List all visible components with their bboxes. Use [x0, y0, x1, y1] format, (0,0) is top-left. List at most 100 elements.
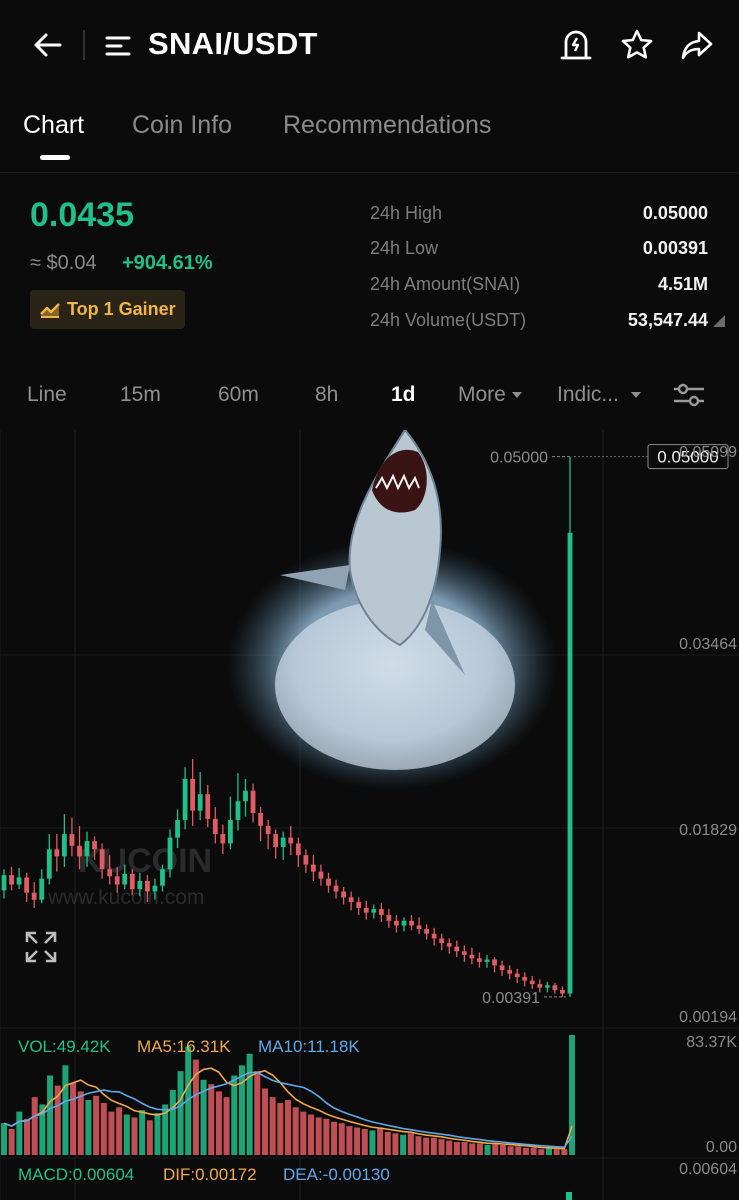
- volume-bar: [169, 1089, 176, 1155]
- timeframe-line[interactable]: Line: [27, 383, 67, 407]
- star-icon[interactable]: [617, 25, 657, 65]
- volume-bar: [384, 1131, 391, 1155]
- volume-bar: [315, 1117, 322, 1155]
- candle-body: [348, 897, 354, 903]
- stat-label: 24h High: [370, 203, 443, 223]
- candle-body: [303, 855, 309, 865]
- volume-bar: [507, 1146, 514, 1155]
- volume-bar: [261, 1088, 268, 1155]
- timeframe-60m[interactable]: 60m: [218, 383, 259, 407]
- back-arrow-icon[interactable]: [28, 25, 68, 65]
- volume-bar: [116, 1107, 123, 1155]
- volume-bar: [177, 1071, 184, 1155]
- candle-body: [567, 532, 573, 994]
- price-alert-icon[interactable]: [556, 25, 596, 65]
- trending-up-icon: [39, 301, 61, 319]
- menu-lines-icon[interactable]: [98, 26, 138, 66]
- candle-body: [409, 920, 414, 926]
- volume-bar: [223, 1097, 230, 1155]
- candle-body: [167, 837, 173, 870]
- candle-body: [522, 977, 528, 981]
- low-marker-label: 0.00391: [482, 990, 540, 1007]
- candle-body: [24, 877, 30, 893]
- candle-body: [288, 837, 294, 844]
- y-axis: 0.05099 0.03464 0.01829 0.00194 83.37K 0.00 0.…: [679, 444, 737, 1178]
- share-icon[interactable]: [677, 25, 717, 65]
- settings-sliders-icon[interactable]: [672, 380, 706, 415]
- volume-bar: [561, 1149, 568, 1155]
- volume-bar: [461, 1141, 468, 1155]
- timeframe-more[interactable]: More: [458, 383, 522, 407]
- y-tick-label: 0.01829: [679, 822, 737, 839]
- volume-bar: [285, 1100, 291, 1155]
- y-tick-label: 0.00194: [679, 1009, 737, 1026]
- volume-bar: [85, 1100, 92, 1155]
- price-change: +904.61%: [122, 252, 213, 274]
- candle-body: [371, 909, 377, 913]
- volume-zero-label: 0.00: [706, 1139, 737, 1156]
- tab-chart[interactable]: Chart: [23, 111, 84, 140]
- tab-coin-info[interactable]: Coin Info: [132, 111, 232, 140]
- top-gainer-badge[interactable]: Top 1 Gainer: [30, 290, 185, 329]
- volume-bar: [16, 1111, 23, 1155]
- candle-body: [529, 980, 535, 985]
- fullscreen-icon[interactable]: [24, 930, 58, 969]
- candle-body: [537, 984, 543, 988]
- candle-body: [54, 849, 60, 857]
- caret-down-icon: [630, 392, 641, 399]
- high-marker-label: 0.05000: [490, 450, 548, 467]
- candle-body: [386, 914, 392, 921]
- watermark-brand: KUCOIN: [78, 842, 212, 880]
- tab-recommendations[interactable]: Recommendations: [283, 111, 491, 140]
- candle-body: [333, 885, 339, 892]
- volume-bar: [323, 1118, 330, 1155]
- candle-body: [295, 843, 301, 856]
- volume-bar: [338, 1123, 345, 1155]
- macd-scale-label: 0.00604: [679, 1161, 737, 1178]
- watermark-url: www.kucoin.com: [47, 886, 204, 909]
- volume-bar: [70, 1082, 77, 1155]
- dif-indicator: DIF:0.00172: [163, 1165, 257, 1184]
- ma10-indicator: MA10:11.18K: [258, 1037, 360, 1056]
- candlestick-chart[interactable]: KUCOIN www.kucoin.com 0.05000 0.00391 0.05…: [0, 430, 739, 1200]
- candle-body: [507, 970, 513, 974]
- volume-bar: [292, 1107, 299, 1155]
- timeframe-1d[interactable]: 1d: [391, 383, 416, 407]
- volume-bar: [146, 1120, 153, 1155]
- timeframe-8h[interactable]: 8h: [315, 383, 338, 407]
- candle-body: [401, 920, 407, 926]
- page-title: SNAI/USDT: [148, 26, 318, 61]
- candle-body: [92, 841, 97, 850]
- candle-body: [439, 938, 445, 944]
- volume-bar: [8, 1128, 15, 1155]
- stat-value: 4.51M: [657, 274, 708, 294]
- candle-body: [212, 818, 218, 835]
- volume-bar: [538, 1149, 545, 1155]
- volume-bar: [300, 1111, 307, 1155]
- caret-down-icon: [511, 392, 522, 399]
- volume-bar: [331, 1121, 338, 1155]
- candle-body: [484, 959, 490, 962]
- stat-value: 0.00391: [642, 238, 708, 258]
- stat-label: 24h Volume(USDT): [370, 310, 527, 330]
- volume-bar: [545, 1147, 552, 1155]
- candle-body: [416, 925, 422, 930]
- volume-bar: [254, 1071, 261, 1155]
- volume-bar: [62, 1065, 69, 1155]
- candle-body: [114, 876, 120, 885]
- candle-body: [492, 959, 497, 966]
- volume-bar: [446, 1140, 453, 1155]
- stat-label: 24h Low: [370, 238, 439, 258]
- shark-meme-image: [227, 430, 557, 790]
- volume-bar: [484, 1144, 491, 1155]
- candle-body: [99, 849, 105, 870]
- timeframe-15m[interactable]: 15m: [120, 383, 161, 407]
- candle-body: [160, 869, 165, 886]
- volume-bar: [438, 1139, 445, 1155]
- candle-body: [190, 778, 196, 811]
- candle-body: [461, 951, 467, 955]
- indicators-dropdown[interactable]: Indic...: [557, 383, 641, 407]
- volume-bar: [377, 1127, 384, 1155]
- y-tick-label: 0.05099: [679, 444, 737, 461]
- last-price: 0.0435: [30, 196, 134, 234]
